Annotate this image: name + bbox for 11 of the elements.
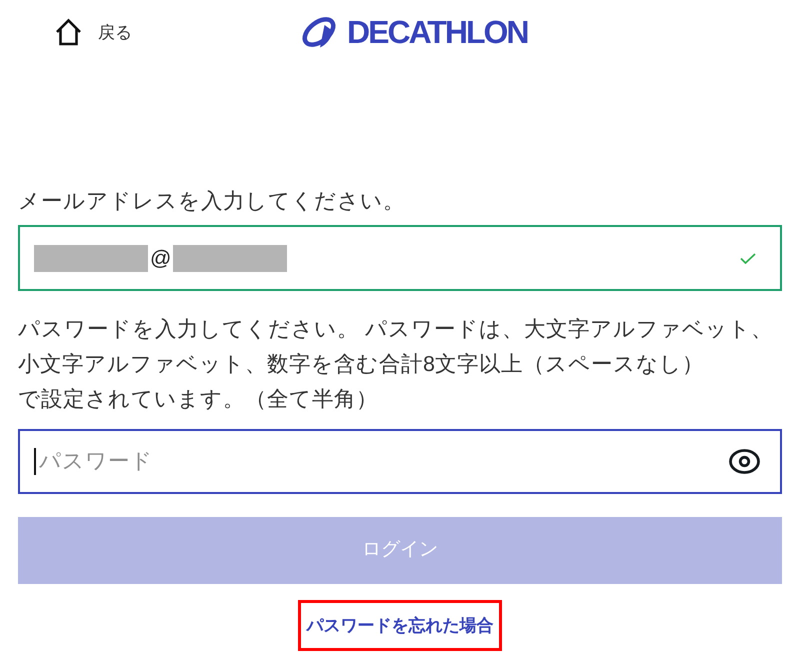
email-field[interactable]: @: [18, 225, 782, 291]
forgot-password-link[interactable]: パスワードを忘れた場合: [306, 617, 494, 634]
back-link[interactable]: 戻る: [55, 18, 132, 46]
email-label: メールアドレスを入力してください。: [18, 188, 406, 215]
home-icon: [55, 18, 82, 46]
eye-icon[interactable]: [729, 449, 760, 474]
password-field[interactable]: パスワード: [18, 429, 782, 494]
text-cursor-icon: [34, 448, 36, 475]
check-icon: [740, 252, 756, 264]
logo-wordmark: DECATHLON: [347, 16, 528, 48]
password-instructions: パスワードを入力してください。 パスワードは、大文字アルファベット、小文字アルファベット、数字を含む合計8文字以上（スペースなし）で設定されています。（全て半角）: [18, 316, 774, 413]
